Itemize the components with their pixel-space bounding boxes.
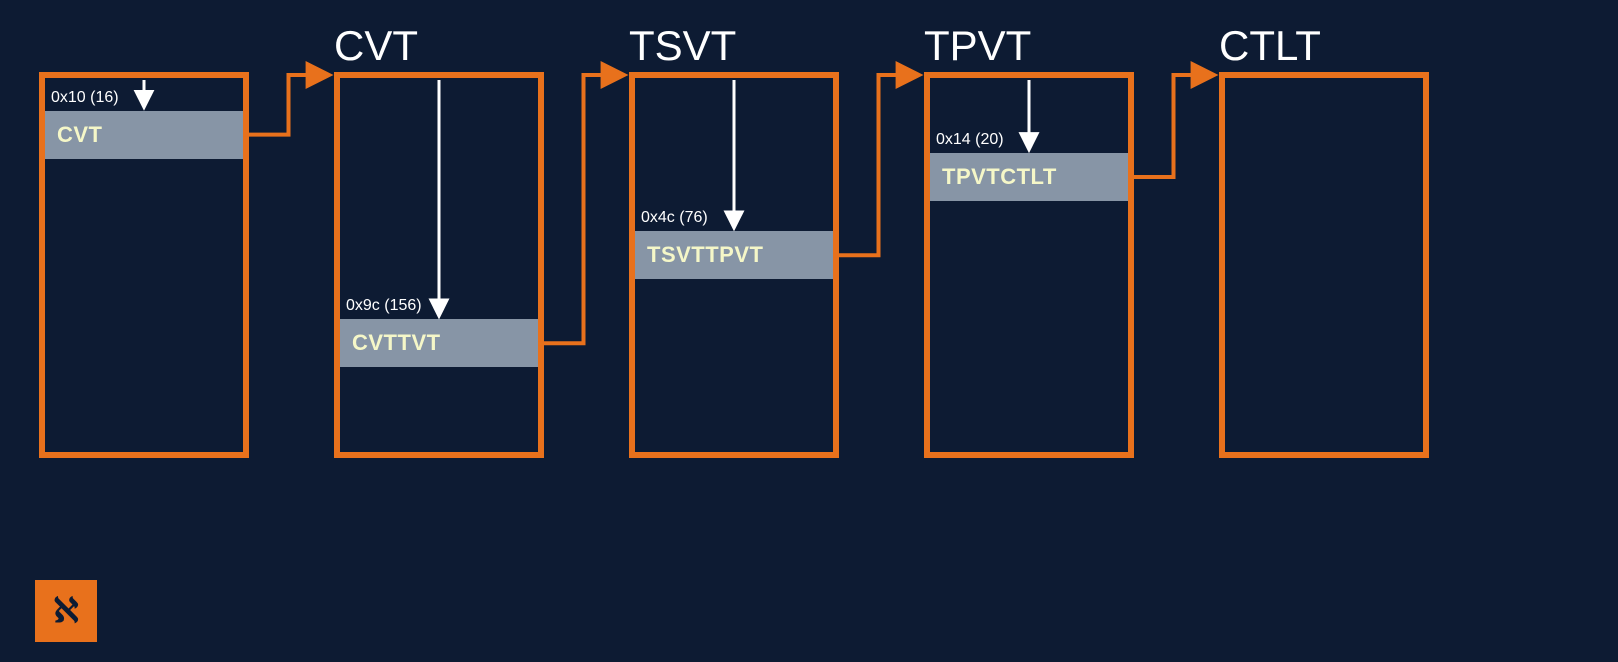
entry-band-cvt: CVT (45, 111, 243, 159)
memory-box-ctlt (1219, 72, 1429, 458)
column-title-cvt: CVT (334, 22, 418, 70)
brand-glyph: ℵ (53, 591, 78, 631)
offset-label-3: 0x14 (20) (936, 131, 1004, 149)
brand-logo: ℵ (35, 580, 97, 642)
band-label: TSVTTPVT (647, 242, 763, 268)
band-label: CVTTVT (352, 330, 441, 356)
band-label: CVT (57, 122, 103, 148)
memory-box-tpvt (924, 72, 1134, 458)
column-title-tsvt: TSVT (629, 22, 736, 70)
band-label: TPVTCTLT (942, 164, 1057, 190)
offset-label-2: 0x4c (76) (641, 209, 708, 227)
entry-band-cvttvt: CVTTVT (340, 319, 538, 367)
entry-band-tsvttpvt: TSVTTPVT (635, 231, 833, 279)
column-title-ctlt: CTLT (1219, 22, 1321, 70)
memory-box-cvt (334, 72, 544, 458)
offset-label-1: 0x9c (156) (346, 297, 422, 315)
offset-label-0: 0x10 (16) (51, 89, 119, 107)
column-title-tpvt: TPVT (924, 22, 1031, 70)
diagram-canvas: { "layout": { "box_top": 72, "box_height… (0, 0, 1618, 662)
entry-band-tpvtctlt: TPVTCTLT (930, 153, 1128, 201)
